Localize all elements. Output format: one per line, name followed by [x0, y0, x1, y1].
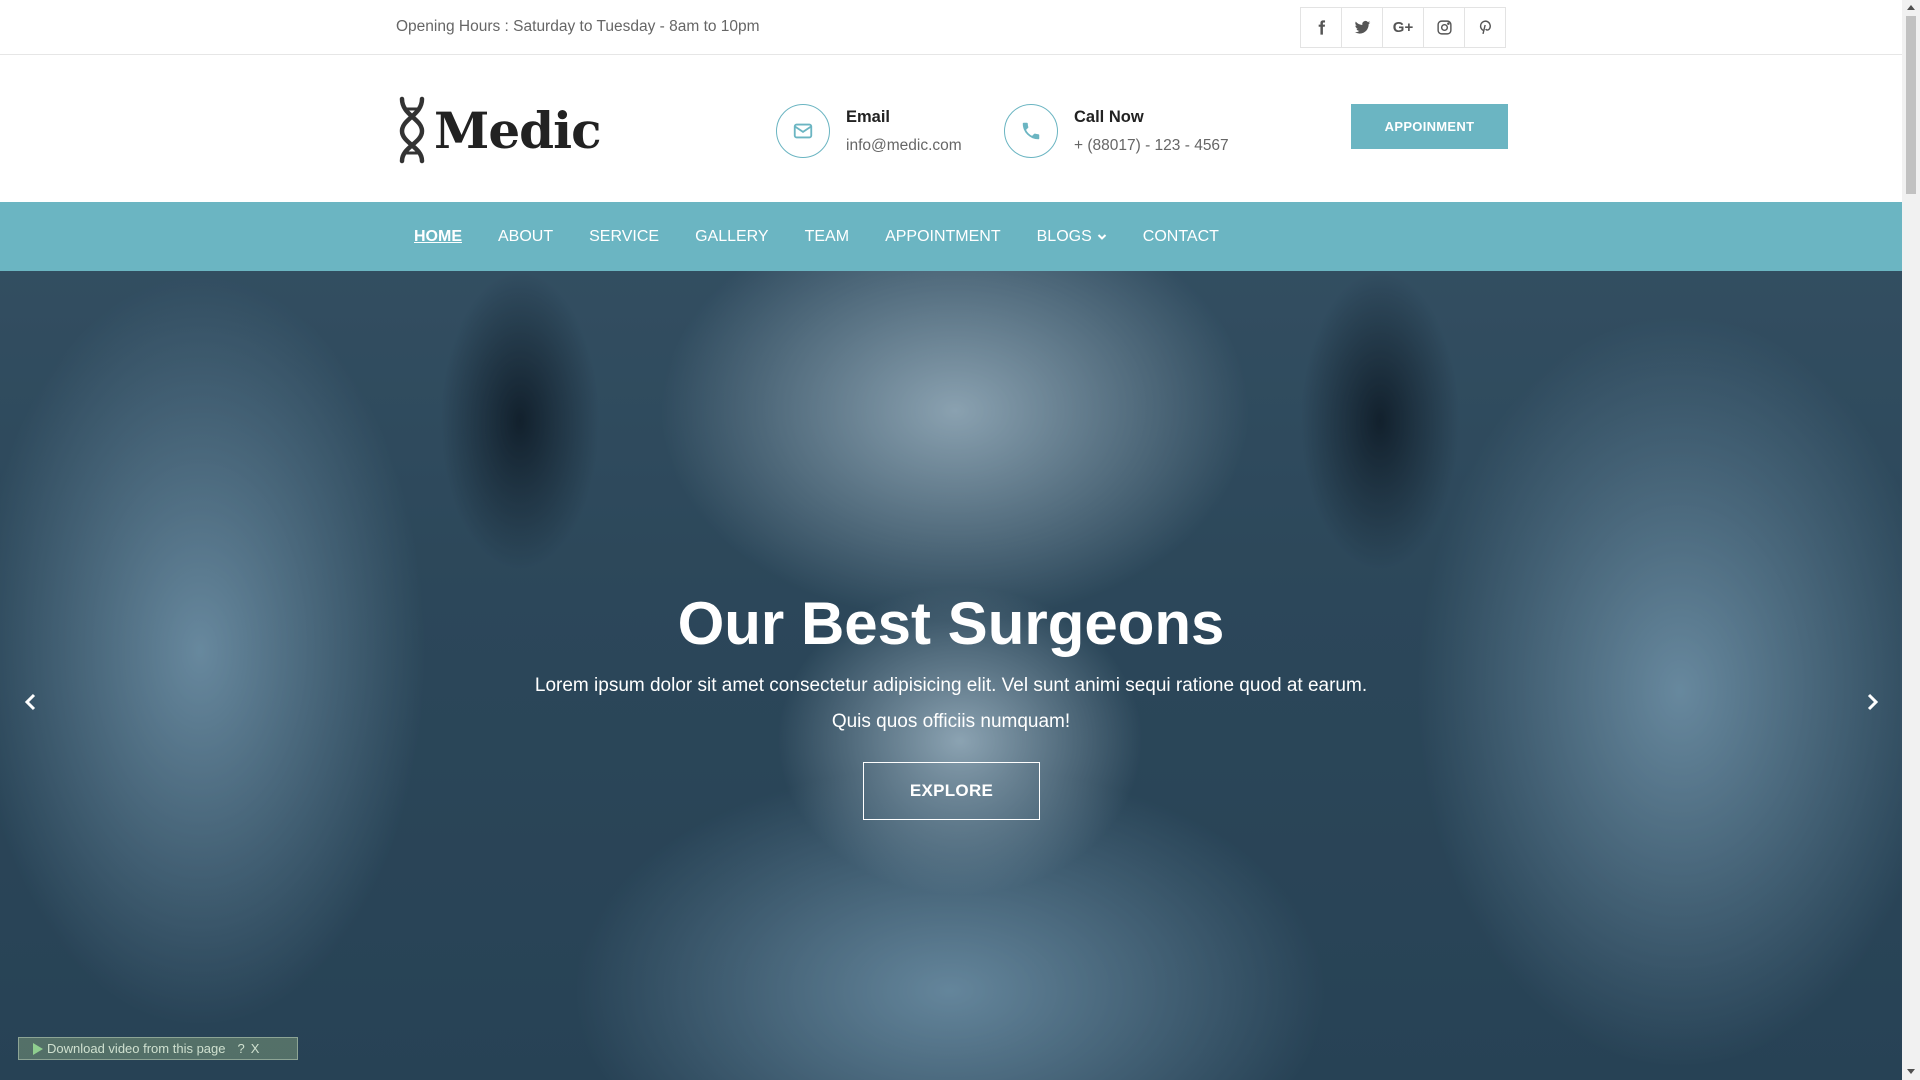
- email-info: Email info@medic.com: [776, 104, 962, 158]
- scroll-thumb[interactable]: [1906, 16, 1916, 194]
- hero-subtitle: Lorem ipsum dolor sit amet consectetur a…: [520, 668, 1382, 740]
- top-bar: Opening Hours : Saturday to Tuesday - 8a…: [0, 0, 1902, 55]
- download-video-label[interactable]: Download video from this page: [47, 1041, 226, 1056]
- nav-item-about[interactable]: ABOUT: [480, 228, 571, 246]
- hero-title: Our Best Surgeons: [677, 590, 1225, 657]
- opening-hours: Opening Hours : Saturday to Tuesday - 8a…: [396, 18, 760, 35]
- close-button[interactable]: X: [251, 1041, 260, 1056]
- instagram-icon[interactable]: [1423, 7, 1465, 48]
- nav-item-service[interactable]: SERVICE: [571, 228, 677, 246]
- logo-text: Medic: [434, 100, 602, 160]
- email-label: Email: [846, 107, 891, 126]
- nav-item-contact[interactable]: CONTACT: [1125, 228, 1237, 246]
- nav-item-blogs[interactable]: BLOGS: [1019, 228, 1125, 246]
- call-value[interactable]: + (88017) - 123 - 4567: [1074, 137, 1229, 155]
- play-icon: [33, 1042, 43, 1055]
- nav-item-blogs-label: BLOGS: [1036, 227, 1092, 245]
- help-button[interactable]: ?: [238, 1041, 245, 1056]
- nav-item-appointment[interactable]: APPOINTMENT: [867, 228, 1019, 246]
- appointment-button[interactable]: APPOINMENT: [1351, 104, 1508, 149]
- google-plus-icon[interactable]: G+: [1382, 7, 1424, 48]
- call-label: Call Now: [1074, 107, 1144, 126]
- scroll-down-icon[interactable]: [1907, 1069, 1915, 1074]
- twitter-icon[interactable]: [1341, 7, 1383, 48]
- site-header: Medic Email info@medic.com Call Now + (8…: [0, 55, 1902, 202]
- hero-slider: Our Best Surgeons Lorem ipsum dolor sit …: [0, 271, 1902, 1080]
- chevron-right-icon[interactable]: [1860, 690, 1884, 714]
- hero-subtitle-line2: Quis quos officiis numquam!: [831, 711, 1071, 732]
- hero-subtitle-line1: Lorem ipsum dolor sit amet consectetur a…: [534, 675, 1368, 696]
- nav-item-home[interactable]: HOME: [396, 228, 480, 246]
- chevron-down-icon: [1097, 233, 1106, 240]
- nav-item-team[interactable]: TEAM: [787, 228, 867, 246]
- phone-icon: [1004, 104, 1058, 158]
- email-value[interactable]: info@medic.com: [846, 137, 962, 155]
- call-info: Call Now + (88017) - 123 - 4567: [1004, 104, 1229, 158]
- chevron-left-icon[interactable]: [19, 690, 43, 714]
- google-plus-text: G+: [1392, 19, 1414, 36]
- pinterest-icon[interactable]: [1464, 7, 1506, 48]
- download-video-bar[interactable]: Download video from this page ? X: [18, 1037, 298, 1060]
- explore-button[interactable]: EXPLORE: [863, 762, 1040, 820]
- nav-item-gallery[interactable]: GALLERY: [677, 228, 787, 246]
- scroll-up-icon[interactable]: [1907, 5, 1915, 10]
- dna-icon: [399, 96, 425, 164]
- page-scrollbar[interactable]: [1902, 0, 1920, 1080]
- site-logo[interactable]: Medic: [396, 95, 602, 165]
- facebook-icon[interactable]: [1300, 7, 1342, 48]
- main-nav: HOME ABOUT SERVICE GALLERY TEAM APPOINTM…: [0, 202, 1902, 271]
- social-links: G+: [1300, 7, 1506, 48]
- envelope-icon: [776, 104, 830, 158]
